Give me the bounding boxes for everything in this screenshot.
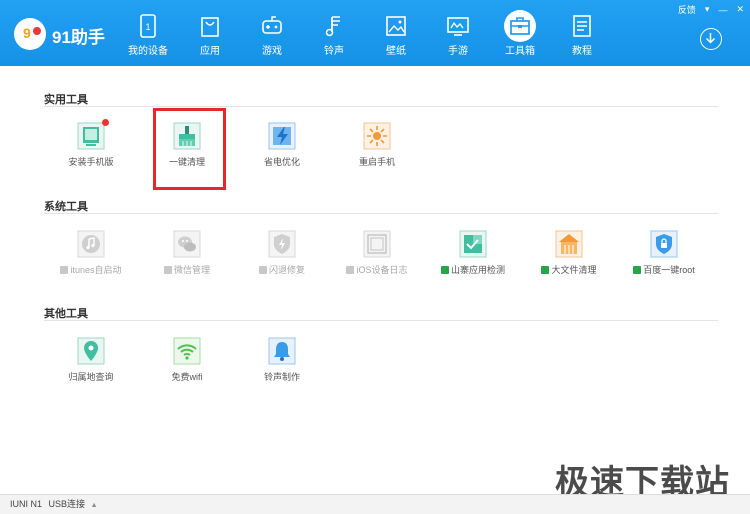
tablet-install-icon	[77, 119, 109, 150]
tool-restart-phone[interactable]: 重启手机	[342, 122, 412, 168]
monitor-game-icon	[447, 14, 469, 38]
nav-ringtones[interactable]: 铃声	[304, 14, 364, 62]
section-title-system: 系统工具	[44, 201, 88, 213]
location-pin-icon	[77, 337, 105, 365]
lock-shield-icon	[650, 230, 678, 258]
section-title-other: 其他工具	[44, 308, 88, 320]
menu-dropdown-icon[interactable]: ▾	[705, 4, 710, 15]
ios-log-icon	[363, 230, 391, 258]
nav-games[interactable]: 游戏	[242, 14, 302, 62]
feedback-link[interactable]: 反馈	[678, 3, 696, 16]
connection-type: USB连接	[48, 499, 86, 509]
gamepad-icon	[261, 14, 283, 38]
check-box-icon	[459, 230, 487, 258]
window-controls: 反馈 ▾ — ✕	[678, 3, 744, 16]
section-divider	[44, 213, 718, 214]
tool-large-file-clean[interactable]: 大文件清理	[534, 230, 604, 276]
section-divider	[44, 106, 718, 107]
app-name: 91助手	[52, 28, 105, 47]
expand-arrow-icon[interactable]: ▲	[91, 502, 98, 509]
picture-icon	[385, 14, 407, 38]
restart-icon	[363, 122, 391, 150]
nav-my-device[interactable]: 1 我的设备	[118, 14, 178, 62]
house-file-icon	[555, 230, 583, 258]
tool-location-lookup[interactable]: 归属地查询	[56, 337, 126, 383]
section-title-practical: 实用工具	[44, 94, 88, 106]
tool-ios-device-log[interactable]: iOS设备日志	[342, 230, 412, 276]
shield-bolt-icon	[268, 230, 296, 258]
svg-text:1: 1	[145, 22, 150, 32]
nav-toolbox[interactable]: 工具箱	[490, 10, 550, 62]
nav-apps[interactable]: 应用	[180, 14, 240, 62]
bag-icon	[199, 14, 221, 38]
highlight-annotation-box	[153, 108, 226, 190]
tool-wechat-manage[interactable]: 微信管理	[152, 230, 222, 276]
minimize-icon[interactable]: —	[718, 5, 727, 15]
download-manager-button[interactable]	[700, 28, 722, 50]
music-note-icon	[323, 14, 345, 38]
device-name: IUNI N1	[10, 499, 43, 509]
toolbox-icon	[509, 14, 531, 38]
status-bar: IUNI N1 USB连接 ▲	[0, 494, 750, 514]
tool-free-wifi[interactable]: 免费wifi	[152, 337, 222, 383]
tool-install-mobile[interactable]: 安装手机版	[56, 119, 126, 168]
top-header: 9 91助手 1 我的设备 应用 游戏 铃声 壁纸 手游 工具箱 教程 反馈 ▾…	[0, 0, 750, 66]
bell-icon	[268, 337, 296, 365]
nav-wallpapers[interactable]: 壁纸	[366, 14, 426, 62]
tool-fake-app-detect[interactable]: 山寨应用检测	[438, 230, 508, 276]
notification-dot	[102, 119, 109, 126]
tool-ringtone-maker[interactable]: 铃声制作	[247, 337, 317, 383]
section-divider	[44, 320, 718, 321]
wechat-icon	[173, 230, 201, 258]
tool-baidu-root[interactable]: 百度一键root	[629, 230, 699, 276]
wifi-icon	[173, 337, 201, 365]
document-icon	[571, 14, 593, 38]
tool-itunes-autostart[interactable]: itunes自启动	[56, 230, 126, 276]
download-arrow-icon	[705, 33, 716, 44]
music-disc-icon	[77, 230, 105, 258]
app-logo: 9	[14, 18, 46, 50]
tool-crash-repair[interactable]: 闪退修复	[247, 230, 317, 276]
tool-power-saving[interactable]: 省电优化	[247, 122, 317, 168]
nav-tutorials[interactable]: 教程	[552, 14, 612, 62]
close-icon[interactable]: ✕	[736, 4, 744, 15]
lightning-icon	[268, 122, 296, 150]
nav-mobile-games[interactable]: 手游	[428, 14, 488, 62]
phone-icon: 1	[137, 14, 159, 38]
